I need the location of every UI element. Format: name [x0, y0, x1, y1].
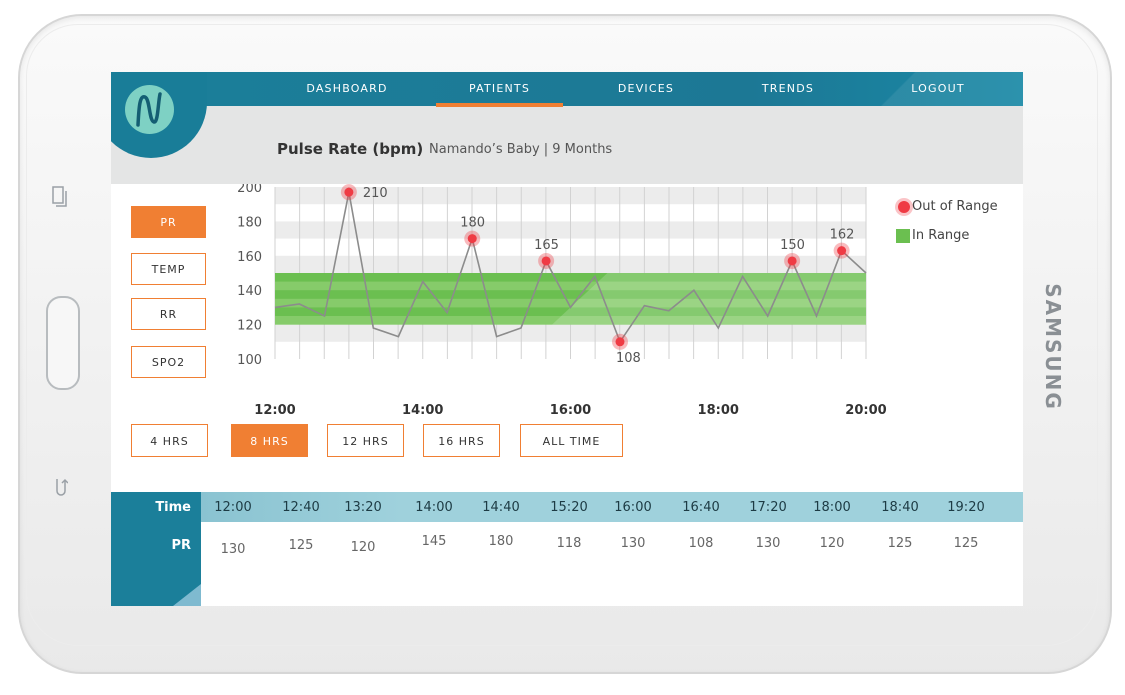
point-value-label: 180: [460, 216, 485, 231]
time-cell: 14:40: [482, 500, 520, 515]
nav-trends[interactable]: TRENDS: [728, 72, 848, 106]
readings-table: Time PR 12:00 12:40 13:20 14:00 14:40 15:20 16…: [111, 492, 1023, 606]
top-nav-bar: DASHBOARD PATIENTS DEVICES TRENDS LOGOUT: [111, 72, 1023, 106]
brand-logo: SAMSUNG: [1038, 282, 1068, 412]
point-value-label: 165: [534, 238, 559, 253]
pr-value-cell: 125: [288, 538, 314, 553]
patient-info: Namando’s Baby | 9 Months: [429, 142, 613, 157]
nav-logout[interactable]: LOGOUT: [878, 72, 998, 106]
nav-active-indicator: [436, 103, 563, 107]
out-of-range-point: [787, 256, 797, 266]
time-cell: 16:00: [614, 500, 652, 515]
recent-apps-icon[interactable]: [52, 186, 68, 213]
out-of-range-point: [344, 187, 354, 197]
point-value-label: 108: [616, 351, 641, 366]
time-cell: 12:00: [214, 500, 252, 515]
pr-value-cell: 120: [350, 540, 376, 555]
row-label-time: Time: [155, 500, 191, 515]
y-tick-label: 160: [237, 250, 262, 265]
pr-value-cell: 145: [421, 534, 447, 549]
time-cell: 13:20: [344, 500, 382, 515]
app-screen: DASHBOARD PATIENTS DEVICES TRENDS LOGOUT…: [111, 72, 1023, 606]
pr-value-cell: 130: [220, 542, 246, 557]
out-of-range-point: [837, 246, 847, 256]
logo-wave-icon: [136, 92, 162, 127]
legend-label-out: Out of Range: [912, 199, 998, 214]
y-tick-label: 120: [237, 319, 262, 334]
pulse-rate-chart: 210 180 165 108 150 162 200 180 160 140 120 100 12…: [237, 184, 887, 414]
pr-value-cell: 120: [819, 536, 845, 551]
out-of-range-dot-icon: [898, 201, 910, 213]
row-label-pr: PR: [171, 538, 191, 553]
pr-value-cell: 130: [620, 536, 646, 551]
brand-text: SAMSUNG: [1041, 283, 1065, 411]
y-tick-label: 100: [237, 353, 262, 368]
x-tick-label: 12:00: [254, 403, 295, 414]
nav-patients[interactable]: PATIENTS: [436, 72, 563, 106]
time-cell: 18:40: [881, 500, 919, 515]
range-8hrs[interactable]: 8 HRS: [231, 424, 308, 457]
legend-out-of-range: Out of Range: [898, 199, 998, 214]
nav-dashboard[interactable]: DASHBOARD: [287, 72, 407, 106]
y-tick-label: 200: [237, 184, 262, 196]
y-tick-label: 180: [237, 215, 262, 230]
point-value-label: 162: [830, 228, 855, 243]
out-of-range-point: [467, 234, 477, 244]
pr-value-cell: 118: [556, 536, 582, 551]
range-4hrs[interactable]: 4 HRS: [131, 424, 208, 457]
point-value-label: 150: [780, 238, 805, 253]
range-12hrs[interactable]: 12 HRS: [327, 424, 404, 457]
point-value-label: 210: [363, 186, 388, 201]
x-tick-label: 18:00: [698, 403, 739, 414]
y-axis-ticks: 200 180 160 140 120 100: [237, 184, 262, 368]
time-cell: 15:20: [550, 500, 588, 515]
app-logo[interactable]: [125, 85, 174, 134]
pr-value-cell: 125: [953, 536, 979, 551]
out-of-range-point: [541, 256, 551, 266]
y-tick-label: 140: [237, 284, 262, 299]
time-cell: 16:40: [682, 500, 720, 515]
out-of-range-point: [615, 337, 625, 347]
in-range-band: [275, 273, 866, 325]
time-cell: 12:40: [282, 500, 320, 515]
time-cell: 19:20: [947, 500, 985, 515]
back-icon[interactable]: [54, 475, 69, 502]
nav-devices[interactable]: DEVICES: [586, 72, 706, 106]
x-tick-label: 20:00: [845, 403, 886, 414]
legend-label-in: In Range: [912, 228, 970, 243]
in-range-square-icon: [896, 229, 910, 243]
range-all-time[interactable]: ALL TIME: [520, 424, 623, 457]
page-title: Pulse Rate (bpm): [277, 140, 424, 158]
x-axis-ticks: 12:00 14:00 16:00 18:00 20:00: [254, 403, 886, 414]
time-cell: 18:00: [813, 500, 851, 515]
time-cell: 14:00: [415, 500, 453, 515]
x-tick-label: 14:00: [402, 403, 443, 414]
pr-value-cell: 180: [488, 534, 514, 549]
home-button[interactable]: [46, 296, 80, 390]
x-tick-label: 16:00: [550, 403, 591, 414]
pr-value-cell: 130: [755, 536, 781, 551]
time-cell: 17:20: [749, 500, 787, 515]
legend-in-range: In Range: [896, 228, 970, 243]
pr-value-cell: 125: [887, 536, 913, 551]
pr-value-cell: 108: [688, 536, 714, 551]
range-16hrs[interactable]: 16 HRS: [423, 424, 500, 457]
band-highlight: [552, 273, 866, 325]
